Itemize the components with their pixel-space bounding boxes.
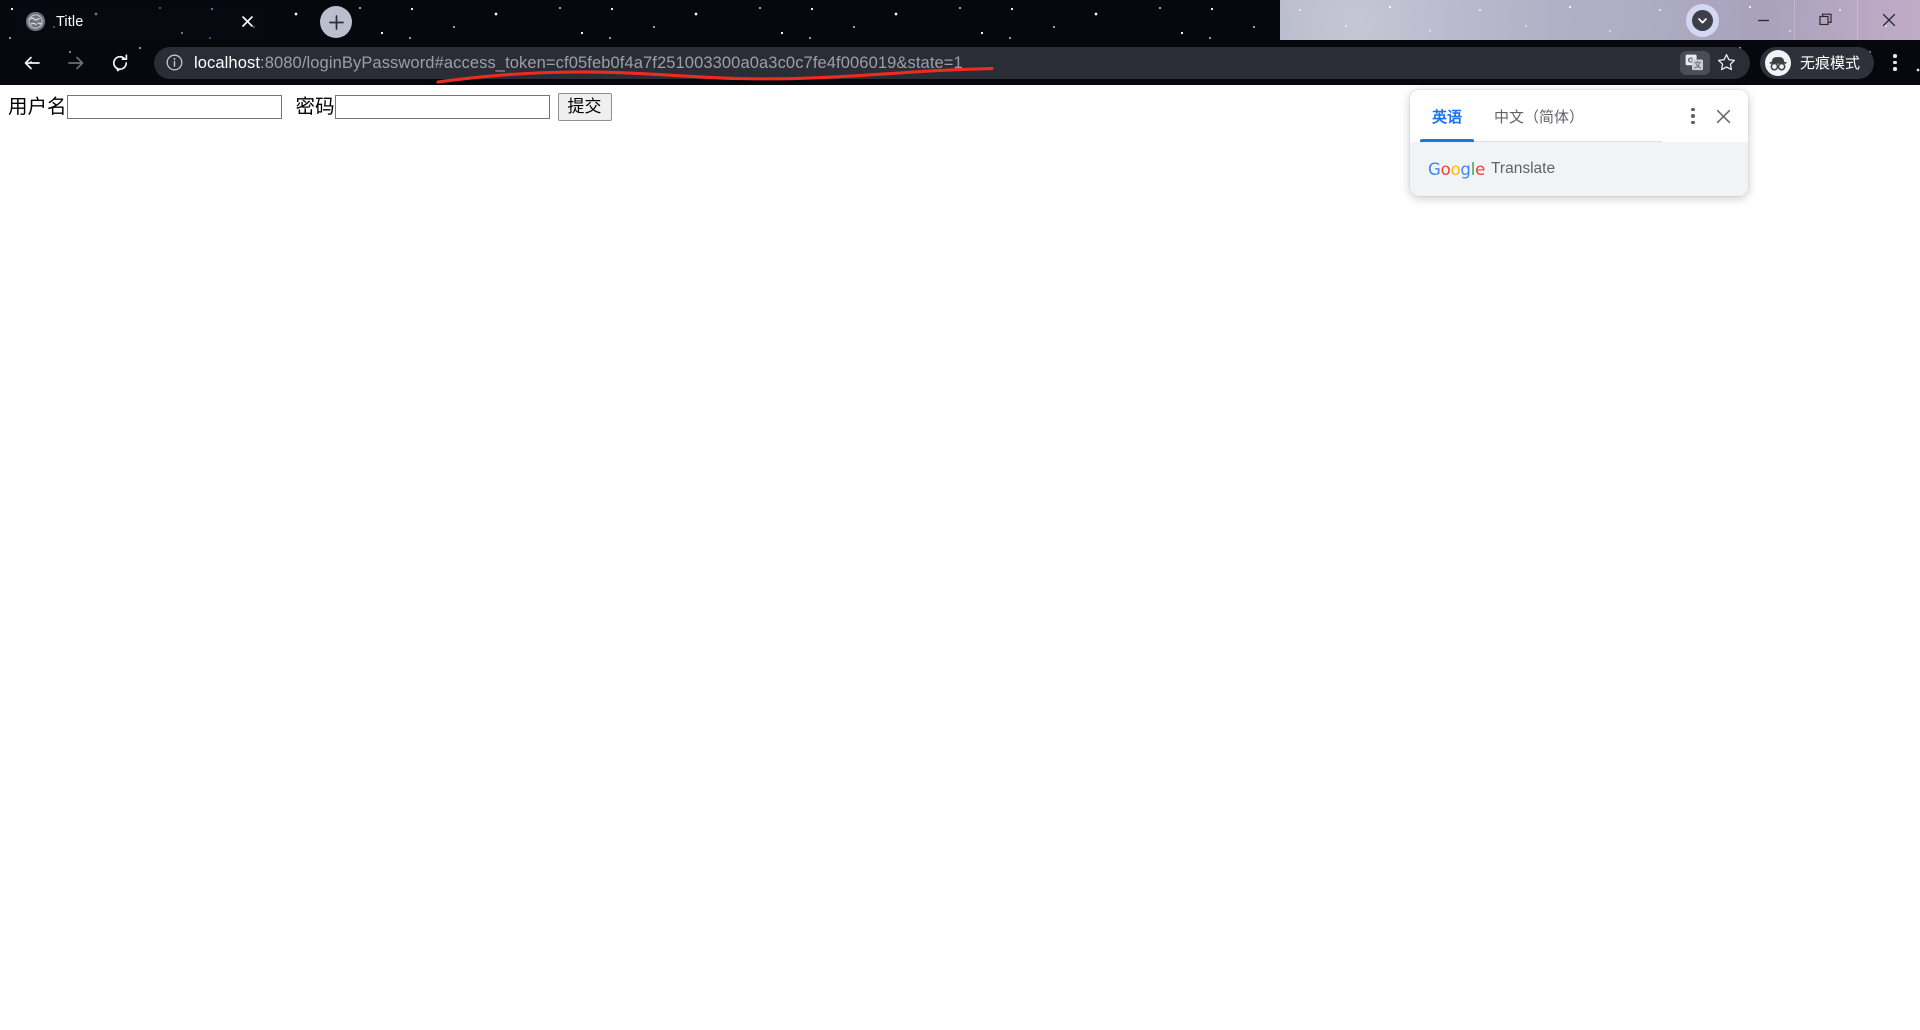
restore-button[interactable] — [1794, 0, 1857, 40]
username-label: 用户名 — [8, 95, 67, 119]
translate-popup: 英语 中文（简体） Google Translate — [1410, 90, 1748, 196]
close-button[interactable] — [1857, 0, 1920, 40]
submit-button[interactable]: 提交 — [557, 93, 612, 121]
address-bar[interactable]: localhost:8080/loginByPassword#access_to… — [154, 46, 1750, 79]
forward-button[interactable] — [58, 45, 94, 81]
tab-title: Title — [56, 13, 84, 30]
translate-language-tabs: 英语 中文（简体） — [1410, 90, 1678, 142]
profile-download-button[interactable] — [1686, 4, 1719, 37]
page-content: 用户名 密码 提交 — [0, 85, 1920, 1030]
browser-window: Title localhost:8080/loginByPassword#acc… — [0, 0, 1920, 1030]
password-input[interactable] — [334, 95, 550, 119]
close-icon[interactable] — [236, 11, 258, 33]
browser-chrome: Title localhost:8080/loginByPassword#acc… — [0, 0, 1920, 85]
browser-toolbar: localhost:8080/loginByPassword#access_to… — [0, 40, 1920, 85]
username-input[interactable] — [66, 95, 282, 119]
minimize-button[interactable] — [1732, 0, 1794, 40]
chevron-down-circle-icon — [1692, 10, 1713, 31]
translate-options-kebab-icon[interactable] — [1678, 101, 1708, 131]
tab-strip: Title — [0, 0, 1920, 40]
incognito-indicator[interactable]: 无痕模式 — [1759, 46, 1874, 79]
tab-source-language[interactable]: 英语 — [1416, 90, 1478, 142]
translate-popup-footer: Google Translate — [1410, 142, 1748, 196]
svg-text:文: 文 — [1694, 61, 1702, 70]
url-text: localhost:8080/loginByPassword#access_to… — [194, 47, 1672, 79]
translate-popup-header: 英语 中文（简体） — [1410, 90, 1748, 142]
password-label: 密码 — [295, 95, 335, 119]
incognito-label: 无痕模式 — [1799, 55, 1860, 72]
info-circle-icon[interactable] — [164, 53, 184, 73]
omnibox-actions: G 文 — [1679, 50, 1744, 76]
star-icon[interactable] — [1712, 50, 1742, 76]
incognito-hat-icon — [1764, 49, 1791, 76]
url-path: :8080/loginByPassword#access_token=cf05f… — [260, 53, 963, 72]
back-button[interactable] — [14, 45, 50, 81]
tab-target-language[interactable]: 中文（简体） — [1478, 90, 1600, 142]
reload-button[interactable] — [102, 45, 138, 81]
globe-icon — [26, 12, 45, 31]
browser-tab[interactable]: Title — [14, 3, 266, 40]
translate-product-name: Translate — [1491, 160, 1556, 177]
google-wordmark: Google — [1428, 159, 1486, 179]
window-controls — [1732, 0, 1920, 40]
new-tab-button[interactable] — [320, 6, 352, 38]
translate-close-icon[interactable] — [1708, 101, 1738, 131]
kebab-menu-icon[interactable] — [1878, 45, 1912, 81]
translate-icon[interactable]: G 文 — [1679, 50, 1710, 75]
url-host: localhost — [194, 53, 261, 72]
